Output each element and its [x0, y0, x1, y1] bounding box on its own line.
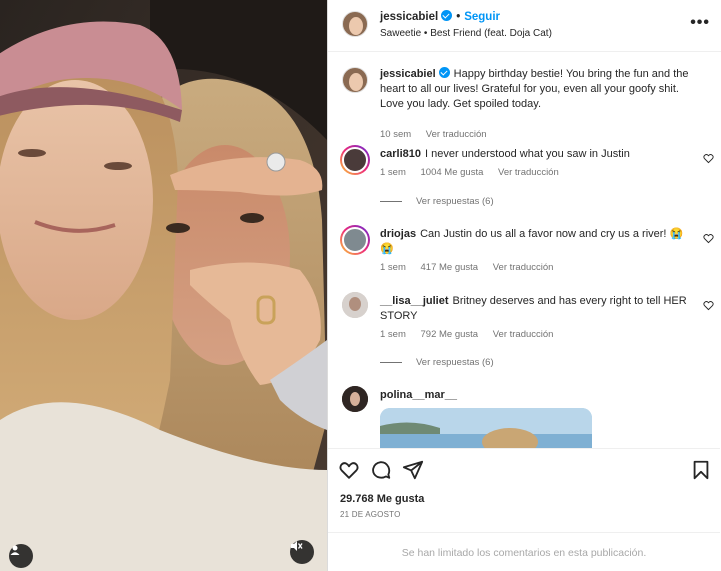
author-username[interactable]: jessicabiel	[380, 11, 438, 23]
comment-likes[interactable]: 792 Me gusta	[421, 329, 479, 340]
comment-like-heart-icon[interactable]	[703, 300, 714, 311]
comment-body: __lisa__juliet Britney deserves and has e…	[380, 294, 698, 324]
comment-meta: 1 sem 1004 Me gusta Ver traducción	[380, 167, 571, 178]
comment-username[interactable]: driojas	[380, 228, 416, 240]
caption-username[interactable]: jessicabiel	[380, 67, 450, 80]
comment-username[interactable]: __lisa__juliet	[380, 295, 449, 307]
speaker-muted-icon	[291, 541, 303, 551]
comment-time: 1 sem	[380, 262, 406, 273]
comment-icon[interactable]	[370, 459, 392, 481]
post-actions: 29.768 Me gusta 21 DE AGOSTO	[328, 448, 720, 532]
comment-translate-link[interactable]: Ver traducción	[493, 329, 554, 340]
caption-time: 10 sem	[380, 129, 412, 140]
separator-dot: •	[456, 11, 461, 23]
follow-button[interactable]: Seguir	[464, 11, 500, 23]
commenter-avatar[interactable]	[342, 292, 368, 318]
avatar-image	[342, 227, 368, 253]
comment-meta: 1 sem 792 Me gusta Ver traducción	[380, 329, 565, 340]
comment-username[interactable]: carli810	[380, 148, 421, 160]
view-replies-link[interactable]: Ver respuestas (6)	[380, 196, 494, 207]
comment-likes[interactable]: 1004 Me gusta	[421, 167, 484, 178]
comment-text: Can Justin do us all a favor now and cry…	[380, 228, 684, 255]
commenter-avatar[interactable]	[342, 386, 368, 412]
comment-time: 1 sem	[380, 167, 406, 178]
post-date[interactable]: 21 DE AGOSTO	[340, 510, 401, 519]
comments-limited-notice: Se han limitado los comentarios en esta …	[328, 532, 720, 571]
comment-body: polina__mar__	[380, 388, 698, 403]
comment-time: 1 sem	[380, 329, 406, 340]
comments-list[interactable]: jessicabiel Happy birthday bestie! You br…	[328, 52, 720, 448]
photo-illustration	[0, 0, 327, 571]
tag-button[interactable]	[9, 544, 33, 568]
caption-meta: 10 sem Ver traducción	[380, 129, 499, 140]
author-avatar[interactable]	[342, 11, 368, 37]
comment-translate-link[interactable]: Ver traducción	[493, 262, 554, 273]
commenter-avatar[interactable]	[340, 225, 370, 255]
more-options-icon[interactable]: •••	[690, 14, 710, 32]
comment-meta: 1 sem 417 Me gusta Ver traducción	[380, 262, 565, 273]
user-tag-icon	[10, 545, 20, 555]
verified-badge-icon	[441, 10, 453, 21]
post-photo[interactable]	[0, 0, 327, 571]
audio-track[interactable]: Saweetie • Best Friend (feat. Doja Cat)	[380, 28, 552, 39]
instagram-post-view: jessicabiel • Seguir Saweetie • Best Frien…	[0, 0, 721, 571]
caption-author-avatar[interactable]	[342, 67, 368, 93]
caption-body: jessicabiel Happy birthday bestie! You br…	[380, 67, 702, 112]
post-details-panel: jessicabiel • Seguir Saweetie • Best Frien…	[327, 0, 721, 571]
comment-username[interactable]: polina__mar__	[380, 389, 457, 401]
comment-like-heart-icon[interactable]	[703, 233, 714, 244]
share-icon[interactable]	[402, 459, 424, 481]
avatar-image	[342, 147, 368, 173]
avatar-image	[343, 68, 367, 92]
caption-translate-link[interactable]: Ver traducción	[426, 129, 487, 140]
avatar-image	[342, 386, 368, 412]
bookmark-icon[interactable]	[690, 459, 712, 481]
verified-badge-icon	[438, 67, 450, 78]
comment-translate-link[interactable]: Ver traducción	[498, 167, 559, 178]
comment-like-heart-icon[interactable]	[703, 153, 714, 164]
comment-text: I never understood what you saw in Justi…	[424, 148, 630, 160]
mute-button[interactable]	[290, 540, 314, 564]
comment-body: carli810 I never understood what you saw …	[380, 147, 698, 162]
post-header: jessicabiel • Seguir Saweetie • Best Frien…	[328, 0, 721, 52]
view-replies-link[interactable]: Ver respuestas (6)	[380, 357, 494, 368]
likes-count[interactable]: 29.768 Me gusta	[340, 493, 424, 505]
comment-image-preview[interactable]	[380, 408, 592, 448]
avatar-image	[343, 12, 367, 36]
comment-likes[interactable]: 417 Me gusta	[421, 262, 479, 273]
preview-image	[380, 408, 592, 448]
comment-body: driojas Can Justin do us all a favor now …	[380, 227, 698, 257]
header-user-line: jessicabiel • Seguir	[380, 10, 500, 23]
avatar-image	[342, 292, 368, 318]
commenter-avatar[interactable]	[340, 145, 370, 175]
heart-icon[interactable]	[338, 459, 360, 481]
